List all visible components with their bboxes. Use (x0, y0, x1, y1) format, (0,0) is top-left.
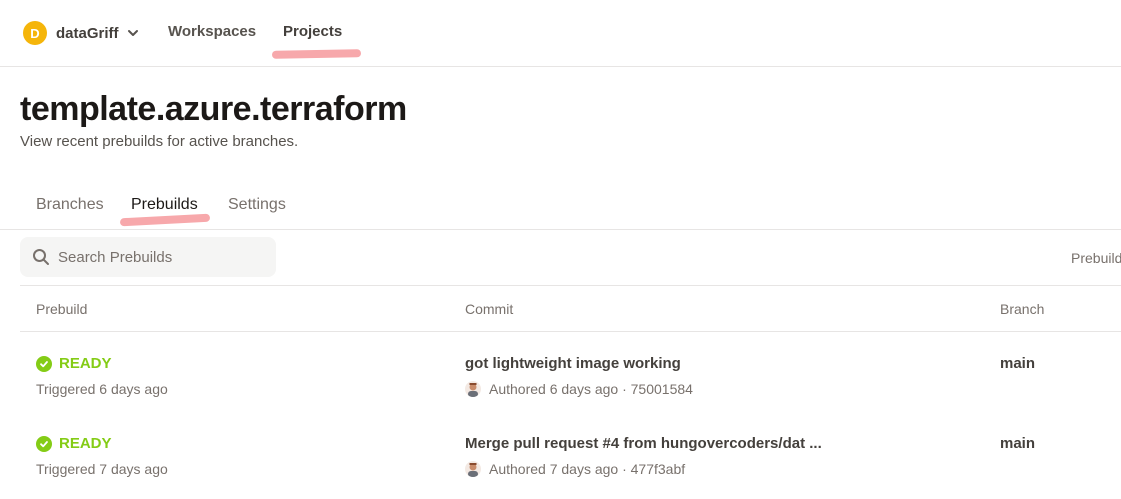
tab-prebuilds[interactable]: Prebuilds (131, 196, 198, 214)
commit-message: got lightweight image working (465, 355, 681, 372)
author-avatar (465, 381, 481, 397)
search-input[interactable] (56, 247, 270, 267)
commit-meta-text: Authored 6 days ago · 75001584 (489, 381, 693, 397)
chevron-down-icon (127, 30, 138, 36)
account-switcher[interactable]: D dataGriff (23, 21, 139, 45)
highlight-mark (271, 49, 362, 59)
triggered-time: Triggered 6 days ago (36, 381, 168, 397)
commit-meta: Authored 6 days ago · 75001584 (465, 381, 693, 397)
page-subtitle: View recent prebuilds for active branche… (20, 133, 299, 150)
branch-name: main (1000, 355, 1036, 372)
commit-meta-text: Authored 7 days ago · 477f3abf (489, 461, 686, 477)
prebuild-status: READY (36, 435, 112, 452)
search-box[interactable] (20, 237, 276, 277)
commit-meta: Authored 7 days ago · 477f3abf (465, 461, 685, 477)
tab-branches[interactable]: Branches (36, 196, 104, 214)
column-header-commit: Commit (465, 301, 514, 317)
status-label: READY (59, 435, 112, 452)
branch-name: main (1000, 435, 1036, 452)
table-header: Prebuild Commit Branch (20, 285, 1121, 332)
check-circle-icon (36, 355, 52, 372)
table-row[interactable]: READY Triggered 7 days ago Merge pull re… (20, 411, 1121, 491)
nav-workspaces[interactable]: Workspaces (168, 23, 256, 40)
account-name: dataGriff (56, 24, 119, 42)
prebuild-status: READY (36, 355, 112, 372)
triggered-time: Triggered 7 days ago (36, 461, 168, 477)
column-header-prebuild: Prebuild (36, 301, 88, 317)
author-avatar (465, 461, 481, 477)
search-icon (33, 249, 49, 265)
commit-message: Merge pull request #4 from hungovercoder… (465, 435, 822, 452)
page-title: template.azure.terraform (20, 90, 407, 128)
table-row[interactable]: READY Triggered 6 days ago got lightweig… (20, 331, 1121, 411)
prebuild-filter[interactable]: Prebuild (1071, 250, 1121, 266)
status-label: READY (59, 355, 112, 372)
account-avatar: D (23, 21, 47, 45)
nav-projects[interactable]: Projects (283, 23, 342, 40)
column-header-branch: Branch (1000, 301, 1045, 317)
tab-settings[interactable]: Settings (228, 196, 286, 214)
top-nav: D dataGriff Workspaces Projects (0, 0, 1121, 67)
check-circle-icon (36, 435, 52, 452)
